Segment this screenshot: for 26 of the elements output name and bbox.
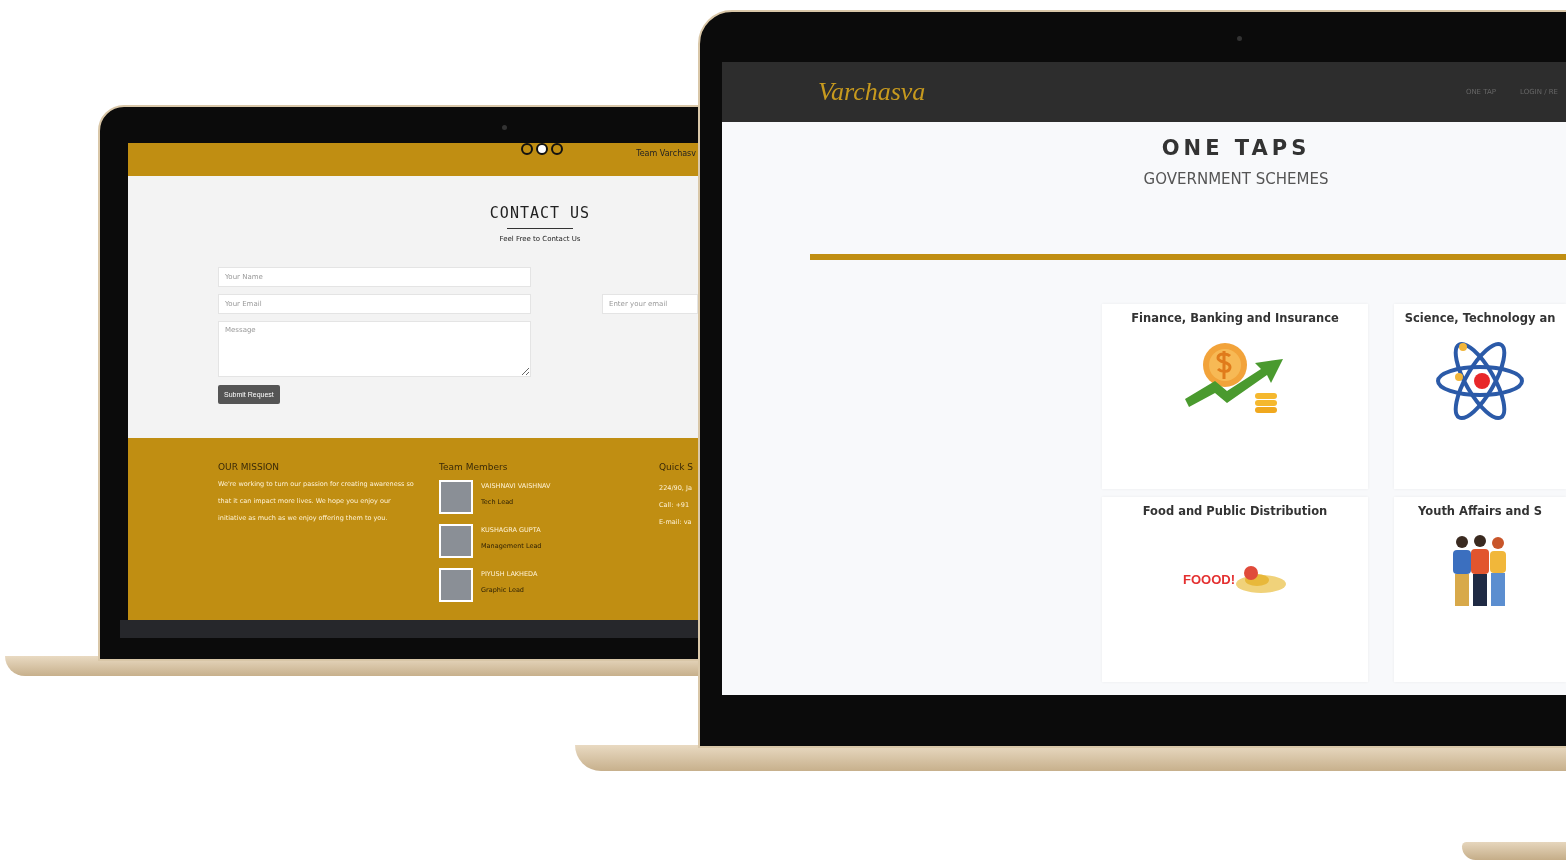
camera-dot: [502, 125, 507, 130]
food-plate-drawing: [1235, 564, 1287, 594]
page-subtitle: GOVERNMENT SCHEMES: [1143, 170, 1329, 188]
nav-link[interactable]: Team Varchasv: [636, 149, 696, 158]
footer-heading: Quick S: [659, 462, 695, 472]
card-title: Food and Public Distribution: [1142, 504, 1328, 518]
page-title: ONE TAPS: [1161, 136, 1311, 160]
category-card[interactable]: Youth Affairs and S: [1394, 497, 1566, 682]
pager-dot[interactable]: [521, 143, 533, 155]
food-logo-text: FOOOD!: [1183, 571, 1235, 587]
category-card[interactable]: Finance, Banking and Insurance: [1102, 304, 1368, 489]
card-title: Science, Technology an: [1404, 311, 1556, 325]
category-card[interactable]: Science, Technology an: [1394, 304, 1566, 489]
photo-placeholder: [439, 568, 473, 602]
card-title: Youth Affairs and S: [1418, 504, 1542, 518]
pager-dot[interactable]: [551, 143, 563, 155]
camera-dot: [1237, 36, 1242, 41]
card-title: Finance, Banking and Insurance: [1131, 311, 1339, 325]
photo-placeholder: [439, 480, 473, 514]
footer-heading: Team Members: [439, 462, 509, 472]
category-card[interactable]: Food and Public Distribution FOOOD!: [1102, 497, 1368, 682]
footer-heading: OUR MISSION: [218, 462, 281, 472]
pager-dot[interactable]: [536, 143, 548, 155]
page-title: CONTACT US: [489, 204, 591, 222]
logo[interactable]: Varchasva: [818, 77, 926, 107]
photo-placeholder: [439, 524, 473, 558]
